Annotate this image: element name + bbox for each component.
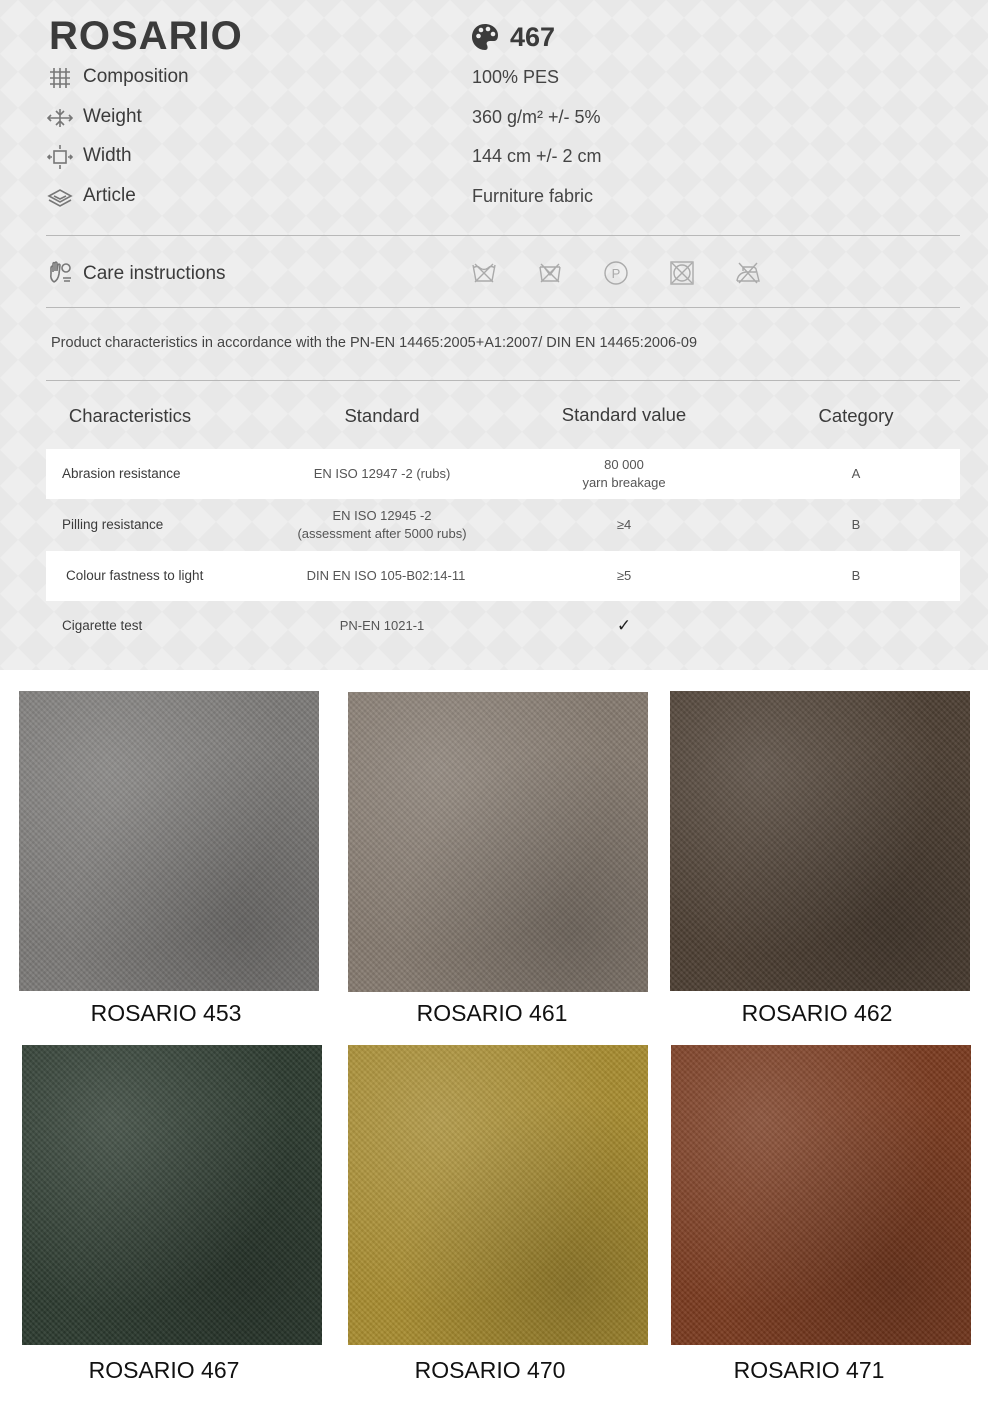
swatch-label: ROSARIO 470 — [414, 1357, 566, 1383]
do-not-iron-icon — [736, 262, 760, 284]
table-header-standard-value: Standard value — [561, 404, 687, 425]
swatch-label: ROSARIO 467 — [88, 1357, 240, 1383]
width-icon — [47, 145, 73, 169]
spec-sheet: ROSARIO 467 Composition 100% PES Weight … — [0, 0, 988, 670]
swatch-461 — [348, 692, 648, 992]
swatch-label: ROSARIO 471 — [733, 1357, 885, 1383]
spec-label-weight: Weight — [83, 106, 142, 127]
care-hand-icon — [50, 261, 71, 283]
do-not-tumble-dry-icon — [670, 261, 694, 285]
divider — [46, 307, 960, 308]
weight-icon — [47, 109, 73, 127]
cell-value: ≥4 — [616, 517, 632, 532]
swatch-467 — [22, 1045, 322, 1345]
swatch-453 — [19, 691, 319, 991]
table-row: Colour fastness to light DIN EN ISO 105-… — [46, 551, 960, 601]
spec-value-weight: 360 g/m² +/- 5% — [472, 107, 601, 127]
standards-note: Product characteristics in accordance wi… — [51, 335, 698, 351]
cell-characteristic: Abrasion resistance — [62, 466, 181, 481]
swatch-462 — [670, 691, 970, 991]
table-row: Abrasion resistance EN ISO 12947 -2 (rub… — [46, 449, 960, 499]
table-row: Cigarette test PN-EN 1021-1 ✓ — [46, 601, 960, 651]
swatch-470 — [348, 1045, 648, 1345]
cell-characteristic: Colour fastness to light — [66, 568, 204, 583]
cell-category: B — [851, 517, 861, 532]
table-header-standard: Standard — [344, 405, 420, 426]
cell-value: 80 000 yarn breakage — [582, 457, 666, 490]
cell-value: ≥5 — [616, 568, 632, 583]
palette-icon — [472, 24, 498, 50]
care-instructions-label: Care instructions — [83, 263, 226, 284]
product-title: ROSARIO — [49, 14, 243, 58]
svg-text:P: P — [612, 266, 621, 281]
cell-characteristic: Cigarette test — [62, 618, 143, 633]
cell-standard: PN-EN 1021-1 — [339, 618, 425, 633]
cell-category: A — [851, 466, 861, 481]
spec-value-composition: 100% PES — [472, 67, 560, 87]
divider — [46, 235, 960, 236]
do-not-wash-icon — [472, 263, 496, 283]
article-icon — [47, 189, 73, 207]
professional-cleaning-p-icon: P — [604, 261, 628, 285]
table-row: Pilling resistance EN ISO 12945 -2 (asses… — [46, 500, 960, 550]
spec-value-width: 144 cm +/- 2 cm — [472, 146, 602, 166]
spec-label-composition: Composition — [83, 66, 189, 87]
cell-characteristic: Pilling resistance — [62, 517, 164, 532]
cell-value-checkmark: ✓ — [616, 616, 632, 635]
spec-value-article: Furniture fabric — [472, 186, 594, 206]
swatch-label: ROSARIO 461 — [416, 1000, 568, 1026]
swatch-label: ROSARIO 462 — [741, 1000, 893, 1026]
cell-standard: EN ISO 12947 -2 (rubs) — [313, 466, 451, 481]
cell-category — [806, 601, 906, 651]
spec-label-width: Width — [83, 145, 132, 166]
swatch-471 — [671, 1045, 971, 1345]
divider — [46, 380, 960, 381]
cell-category: B — [851, 568, 861, 583]
cell-standard: EN ISO 12945 -2 (assessment after 5000 ru… — [297, 508, 467, 541]
spec-label-article: Article — [83, 185, 136, 206]
cell-standard: DIN EN ISO 105-B02:14-11 — [306, 568, 466, 583]
table-header-category: Category — [818, 405, 894, 426]
color-code: 467 — [510, 22, 556, 52]
composition-icon — [50, 68, 70, 88]
do-not-bleach-icon — [539, 263, 561, 283]
table-header-characteristics: Characteristics — [68, 405, 192, 426]
swatch-label: ROSARIO 453 — [90, 1000, 242, 1026]
